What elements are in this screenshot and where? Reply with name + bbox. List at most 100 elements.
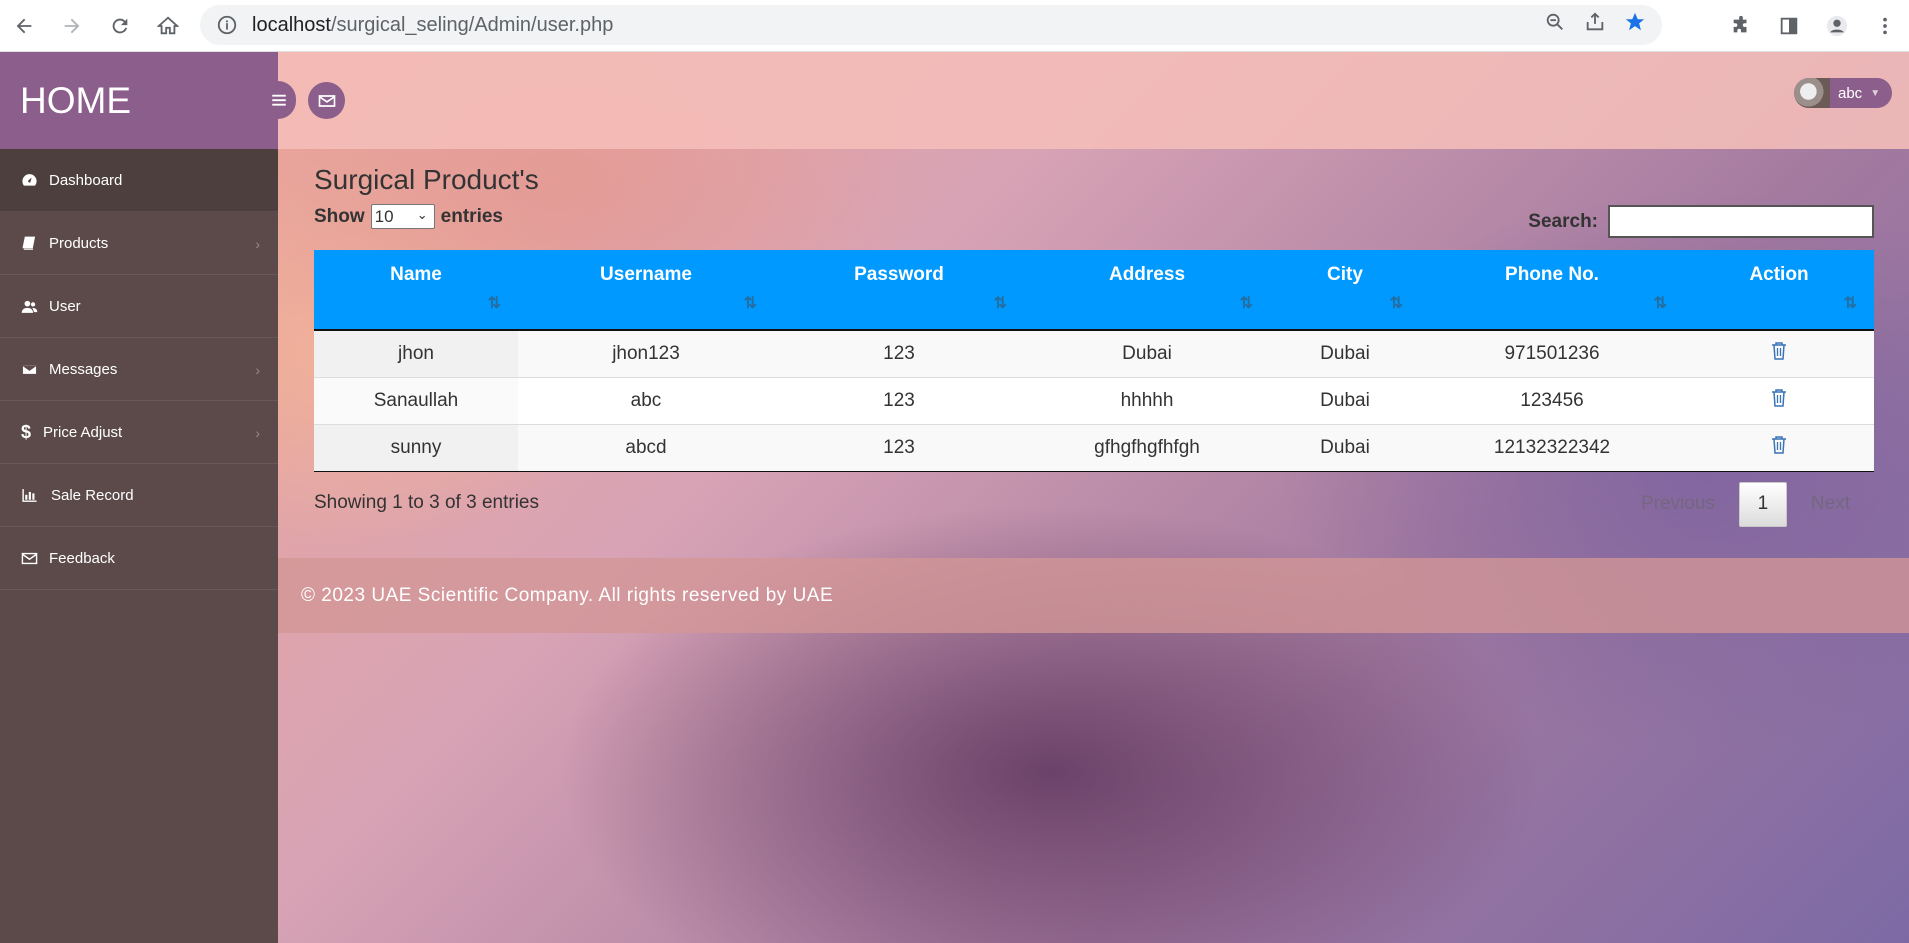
sidebar-item-label: User <box>49 297 81 315</box>
show-label: Show <box>314 205 365 227</box>
site-info-icon[interactable] <box>216 14 238 36</box>
sidebar-item-sale-record[interactable]: Sale Record <box>0 464 278 527</box>
sort-icon: ⇅ <box>487 295 502 312</box>
hamburger-icon <box>272 94 286 106</box>
share-icon[interactable] <box>1584 11 1606 39</box>
cell-address: hhhhh <box>1024 376 1270 424</box>
length-control: Show 10 ⌄ entries <box>314 204 503 229</box>
cell-password: 123 <box>774 376 1024 424</box>
bar-chart-icon <box>20 486 38 504</box>
envelope-icon <box>20 360 38 378</box>
dollar-icon: $ <box>20 421 31 442</box>
column-header-phone[interactable]: Phone No. ⇅ <box>1420 250 1684 331</box>
sidebar-item-products[interactable]: Products › <box>0 212 278 275</box>
sidebar-toggle-button[interactable] <box>262 81 296 119</box>
home-icon[interactable] <box>144 2 192 50</box>
forward-icon[interactable] <box>48 2 96 50</box>
sidebar-item-label: Feedback <box>49 549 115 567</box>
table-row: jhon jhon123 123 Dubai Dubai 971501236 <box>314 329 1874 377</box>
page-title: Surgical Product's <box>314 164 539 195</box>
next-button[interactable]: Next <box>1787 482 1874 527</box>
sort-icon: ⇅ <box>1843 295 1858 312</box>
search-input[interactable] <box>1608 205 1874 238</box>
brand-logo[interactable]: HOME <box>0 52 278 149</box>
previous-button[interactable]: Previous <box>1617 482 1739 527</box>
sidebar-item-label: Sale Record <box>51 486 134 504</box>
cell-action <box>1684 376 1874 424</box>
back-icon[interactable] <box>0 2 48 50</box>
cell-phone: 12132322342 <box>1420 423 1684 472</box>
sort-icon: ⇅ <box>1653 295 1668 312</box>
column-header-action[interactable]: Action ⇅ <box>1684 250 1874 331</box>
column-header-address[interactable]: Address ⇅ <box>1024 250 1270 331</box>
cell-username: abcd <box>518 423 774 472</box>
url-path: /surgical_seling/Admin/user.php <box>330 13 614 36</box>
delete-trash-icon[interactable] <box>1770 388 1788 408</box>
user-name: abc <box>1838 84 1863 102</box>
book-icon <box>20 234 38 252</box>
column-header-password[interactable]: Password ⇅ <box>774 250 1024 331</box>
sort-icon: ⇅ <box>743 295 758 312</box>
kebab-menu-icon[interactable] <box>1861 2 1909 50</box>
cell-action <box>1684 329 1874 377</box>
sidebar-item-label: Messages <box>49 360 118 378</box>
main-content: Surgical Product's Show 10 ⌄ entries Sea… <box>314 164 1874 554</box>
entries-value: 10 <box>374 206 394 226</box>
entries-select[interactable]: 10 ⌄ <box>370 204 435 229</box>
page-footer: © 2023 UAE Scientific Company. All right… <box>278 558 1909 633</box>
sidebar-item-dashboard[interactable]: Dashboard <box>0 149 278 212</box>
column-header-username[interactable]: Username ⇅ <box>518 250 774 331</box>
cell-address: gfhgfhgfhfgh <box>1024 423 1270 472</box>
profile-icon[interactable] <box>1813 2 1861 50</box>
cell-name: jhon <box>314 329 518 377</box>
table-info: Showing 1 to 3 of 3 entries <box>314 491 539 513</box>
chevron-right-icon: › <box>255 362 260 378</box>
column-header-city[interactable]: City ⇅ <box>1270 250 1420 331</box>
url-host: localhost <box>252 13 331 36</box>
browser-toolbar: localhost/surgical_seling/Admin/user.php <box>0 0 1909 52</box>
delete-trash-icon[interactable] <box>1770 435 1788 455</box>
table-row: Sanaullah abc 123 hhhhh Dubai 123456 <box>314 376 1874 424</box>
sidebar-item-messages[interactable]: Messages › <box>0 338 278 401</box>
pagination: Previous 1 Next <box>1617 481 1874 527</box>
cell-city: Dubai <box>1270 423 1420 472</box>
chevron-down-icon: ⌄ <box>416 207 428 222</box>
table-footer: Showing 1 to 3 of 3 entries Previous 1 N… <box>314 476 1874 554</box>
users-table: Name ⇅ Username ⇅ Password ⇅ Address ⇅ City ⇅… <box>314 250 1874 472</box>
cell-city: Dubai <box>1270 376 1420 424</box>
sidebar-item-label: Price Adjust <box>43 423 123 441</box>
search-label: Search: <box>1528 210 1598 232</box>
entries-label: entries <box>440 205 503 227</box>
users-icon <box>20 297 38 315</box>
sort-icon: ⇅ <box>1389 295 1404 312</box>
user-menu-button[interactable]: abc ▼ <box>1794 78 1892 108</box>
address-bar[interactable]: localhost/surgical_seling/Admin/user.php <box>200 5 1662 45</box>
page-1-button[interactable]: 1 <box>1738 481 1787 527</box>
sidebar-item-label: Products <box>49 234 109 252</box>
envelope-icon <box>318 94 335 107</box>
delete-trash-icon[interactable] <box>1770 341 1788 361</box>
zoom-icon[interactable] <box>1544 11 1566 39</box>
cell-phone: 123456 <box>1420 376 1684 424</box>
sidebar-item-price-adjust[interactable]: $ Price Adjust › <box>0 401 278 464</box>
column-header-name[interactable]: Name ⇅ <box>314 250 518 331</box>
bookmark-star-icon[interactable] <box>1624 11 1646 39</box>
table-controls: Show 10 ⌄ entries Search: <box>314 204 1874 250</box>
mail-button[interactable] <box>308 82 345 119</box>
envelope-outline-icon <box>20 549 38 567</box>
side-panel-icon[interactable] <box>1765 2 1813 50</box>
search-control: Search: <box>1528 205 1874 238</box>
cell-name: sunny <box>314 423 518 472</box>
reload-icon[interactable] <box>96 2 144 50</box>
dashboard-icon <box>20 171 38 189</box>
sidebar-item-user[interactable]: User <box>0 275 278 338</box>
sidebar: HOME Dashboard Products › User Messages … <box>0 52 278 943</box>
sidebar-item-feedback[interactable]: Feedback <box>0 527 278 590</box>
cell-username: jhon123 <box>518 329 774 377</box>
cell-address: Dubai <box>1024 329 1270 377</box>
extensions-icon[interactable] <box>1717 2 1765 50</box>
chevron-right-icon: › <box>255 236 260 252</box>
cell-password: 123 <box>774 329 1024 377</box>
chevron-right-icon: › <box>255 425 260 441</box>
cell-phone: 971501236 <box>1420 329 1684 377</box>
